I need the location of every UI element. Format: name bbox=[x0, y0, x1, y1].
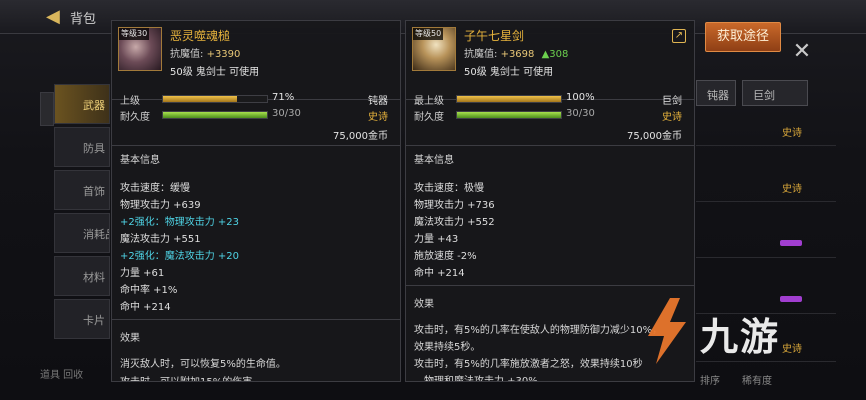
durability-bar-fill bbox=[163, 112, 267, 118]
tab-armor[interactable]: 防具 bbox=[54, 127, 110, 167]
rarity-tag: 史诗 bbox=[782, 128, 802, 139]
category-sidebar: 武器 防具 首饰 消耗品 材料 卡片 bbox=[54, 84, 110, 342]
stat-line: 攻击速度：极慢 bbox=[414, 183, 484, 194]
grade-label: 上级 bbox=[120, 96, 140, 107]
divider bbox=[406, 285, 694, 286]
stat-line: 物理攻击力 +736 bbox=[414, 200, 495, 211]
durability-value: 30/30 bbox=[566, 108, 595, 119]
grade-row: 上级 71% 钝器 bbox=[120, 91, 392, 107]
arrow-left-icon[interactable]: ◀ bbox=[46, 7, 66, 27]
divider bbox=[112, 319, 400, 320]
watermark-text: 九游 bbox=[700, 315, 781, 359]
anti-magic-stat: 抗魔值: +3390 bbox=[170, 45, 240, 60]
stat-line-enhance: +2强化：魔法攻击力 +20 bbox=[120, 251, 240, 262]
anti-magic-value: +3698 bbox=[500, 49, 535, 60]
anti-magic-value: +3390 bbox=[206, 49, 241, 60]
tab-material[interactable]: 材料 bbox=[54, 256, 110, 296]
effect-line: 效果持续5秒。 bbox=[414, 342, 481, 353]
effect-line: 攻击时，有5%的几率在使敌人的物理防御力减少10%， bbox=[414, 325, 663, 336]
stat-line: 力量 +43 bbox=[414, 234, 459, 245]
item-name: 子午七星剑 bbox=[464, 29, 525, 43]
stat-line: 物理攻击力 +639 bbox=[120, 200, 201, 211]
item-tooltip-equipped: 等级30 恶灵噬魂槌 抗魔值: +3390 50级 鬼剑士 可使用 上级 71%… bbox=[111, 20, 401, 382]
anti-magic-increase: ▲308 bbox=[541, 49, 569, 60]
durability-label: 耐久度 bbox=[120, 112, 150, 123]
watermark: 九游 bbox=[640, 296, 830, 368]
durability-value: 30/30 bbox=[272, 108, 301, 119]
durability-label: 耐久度 bbox=[414, 112, 444, 123]
stat-line: 命中 +214 bbox=[414, 268, 465, 279]
grade-bar-fill bbox=[457, 96, 561, 102]
grade-bar-fill bbox=[163, 96, 237, 102]
usable-requirement: 50级 鬼剑士 可使用 bbox=[170, 67, 260, 78]
item-sword-icon: 等级50 bbox=[412, 27, 456, 71]
weapon-type: 钝器 bbox=[368, 96, 388, 107]
sell-price: 75,000金币 bbox=[627, 131, 682, 142]
stat-line: 命中率 +1% bbox=[120, 285, 178, 296]
stat-line: 魔法攻击力 +552 bbox=[414, 217, 495, 228]
effect-title: 效果 bbox=[414, 299, 434, 310]
rarity-label: 史诗 bbox=[368, 112, 388, 123]
anti-magic-stat: 抗魔值: +3698 ▲308 bbox=[464, 45, 568, 60]
durability-bar bbox=[456, 111, 562, 119]
share-icon[interactable]: ↗ bbox=[672, 29, 686, 43]
item-name: 恶灵噬魂槌 bbox=[170, 29, 231, 43]
rarity-marker bbox=[780, 240, 802, 246]
anti-magic-label: 抗魔值: bbox=[170, 49, 204, 60]
stat-line: 攻击速度：缓慢 bbox=[120, 183, 190, 194]
tab-card[interactable]: 卡片 bbox=[54, 299, 110, 339]
page-title: 背包 bbox=[70, 12, 97, 27]
rarity-tag: 史诗 bbox=[782, 184, 802, 195]
anti-magic-label: 抗魔值: bbox=[464, 49, 498, 60]
divider bbox=[112, 145, 400, 146]
item-header: 等级50 子午七星剑 抗魔值: +3698 ▲308 50级 鬼剑士 可使用 ↗ bbox=[406, 21, 694, 83]
acquire-method-button[interactable]: 获取途径 bbox=[705, 22, 781, 52]
usable-requirement: 50级 鬼剑士 可使用 bbox=[464, 67, 554, 78]
sort-label[interactable]: 排序 bbox=[700, 372, 720, 387]
sell-price: 75,000金币 bbox=[333, 131, 388, 142]
stat-line: 命中 +214 bbox=[120, 302, 171, 313]
level-badge: 等级50 bbox=[413, 28, 444, 40]
durability-row: 耐久度 30/30 史诗 bbox=[414, 107, 686, 123]
rarity-label: 史诗 bbox=[662, 112, 682, 123]
stat-line: 施放速度 -2% bbox=[414, 251, 477, 262]
effect-line: 消灭敌人时，可以恢复5%的生命值。 bbox=[120, 359, 286, 370]
grade-label: 最上级 bbox=[414, 96, 444, 107]
effect-line: ，物理和魔法攻击力 +30% bbox=[414, 376, 538, 382]
list-item[interactable]: 史诗 bbox=[696, 116, 836, 146]
filter-tab-greatsword[interactable]: 巨剑 bbox=[742, 80, 808, 106]
grade-row: 最上级 100% 巨剑 bbox=[414, 91, 686, 107]
tab-weapon[interactable]: 武器 bbox=[54, 84, 110, 124]
effect-line: 攻击时，可以附加15%的伤害 bbox=[120, 373, 252, 381]
basic-info-title: 基本信息 bbox=[120, 155, 160, 166]
list-item[interactable]: 史诗 bbox=[696, 172, 836, 202]
grade-bar bbox=[162, 95, 268, 103]
divider bbox=[406, 145, 694, 146]
stat-line: 力量 +61 bbox=[120, 268, 165, 279]
filter-tab-blunt[interactable]: 钝器 bbox=[696, 80, 736, 106]
grade-value: 100% bbox=[566, 92, 595, 103]
effect-line: 攻击时，有5%的几率施放激者之怒，效果持续10秒 bbox=[414, 359, 643, 370]
item-hammer-icon: 等级30 bbox=[118, 27, 162, 71]
stat-line-enhance: +2强化：物理攻击力 +23 bbox=[120, 217, 240, 228]
tab-consumable[interactable]: 消耗品 bbox=[54, 213, 110, 253]
grade-bar bbox=[456, 95, 562, 103]
durability-row: 耐久度 30/30 史诗 bbox=[120, 107, 392, 123]
durability-bar bbox=[162, 111, 268, 119]
weapon-type: 巨剑 bbox=[662, 96, 682, 107]
item-header: 等级30 恶灵噬魂槌 抗魔值: +3390 50级 鬼剑士 可使用 bbox=[112, 21, 400, 83]
effect-title: 效果 bbox=[120, 333, 140, 344]
basic-info-title: 基本信息 bbox=[414, 155, 454, 166]
level-badge: 等级30 bbox=[119, 28, 150, 40]
close-icon[interactable]: ✕ bbox=[790, 40, 814, 64]
sort-select[interactable]: 稀有度 bbox=[742, 372, 772, 387]
side-edge-tab[interactable] bbox=[40, 92, 54, 126]
grade-value: 71% bbox=[272, 92, 295, 103]
durability-bar-fill bbox=[457, 112, 561, 118]
stat-line: 魔法攻击力 +551 bbox=[120, 234, 201, 245]
tab-accessory[interactable]: 首饰 bbox=[54, 170, 110, 210]
list-item[interactable] bbox=[696, 228, 836, 258]
watermark-logo-icon bbox=[648, 298, 686, 364]
recycle-button[interactable]: 道具 回收 bbox=[40, 366, 83, 381]
